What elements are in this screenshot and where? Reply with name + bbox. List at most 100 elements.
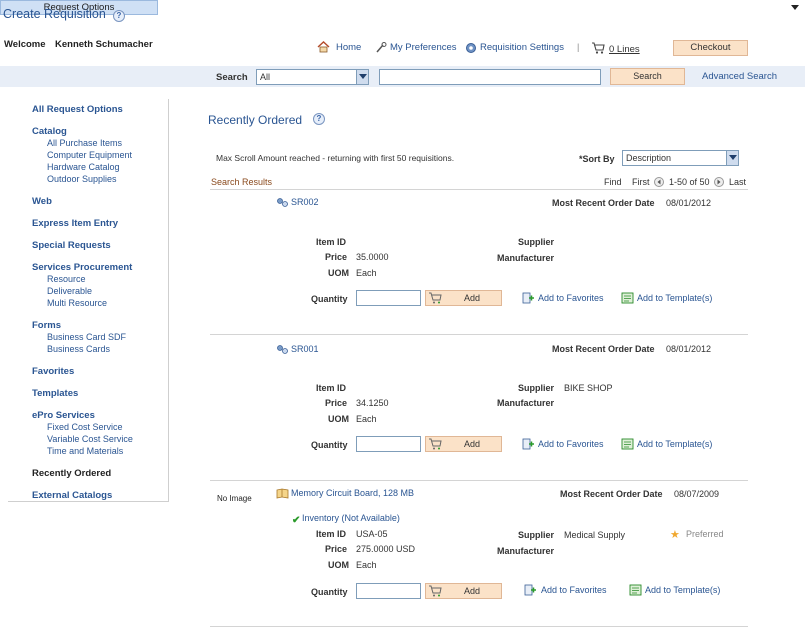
next-icon[interactable] (714, 177, 724, 189)
no-image-placeholder: No Image (217, 494, 252, 503)
supplier-label: Supplier (518, 383, 555, 393)
add-to-template-link[interactable]: Add to Template(s) (645, 585, 720, 595)
uom-label: UOM (328, 268, 349, 278)
quantity-label: Quantity (311, 587, 348, 597)
sidebar-subitem-business-cards[interactable]: Business Cards (47, 344, 110, 354)
nav-separator: | (577, 42, 580, 52)
service-item-icon (276, 197, 289, 210)
recent-order-date-label: Most Recent Order Date (552, 344, 655, 354)
scroll-notice: Max Scroll Amount reached - returning wi… (216, 153, 455, 163)
sidebar-item-special-requests[interactable]: Special Requests (32, 240, 111, 251)
add-to-cart-icon (428, 585, 442, 597)
cart-lines-link[interactable]: 0 Lines (609, 44, 640, 55)
manufacturer-label: Manufacturer (497, 546, 555, 556)
sidebar-subitem-deliverable[interactable]: Deliverable (47, 286, 92, 296)
sort-by-label: *Sort By (579, 154, 615, 164)
sidebar-item-favorites[interactable]: Favorites (32, 366, 74, 377)
item-name-link[interactable]: SR002 (291, 197, 319, 207)
inventory-status-link[interactable]: Inventory (Not Available) (302, 513, 400, 523)
pager-last[interactable]: Last (729, 177, 746, 187)
add-to-favorites-icon[interactable] (522, 292, 535, 304)
price-label: Price (325, 252, 348, 262)
price-label: Price (325, 544, 348, 554)
item-name-link[interactable]: Memory Circuit Board, 128 MB (291, 488, 414, 498)
supplier-label: Supplier (518, 530, 555, 540)
sidebar-subitem-multi-resource[interactable]: Multi Resource (47, 298, 107, 308)
quantity-input[interactable] (356, 290, 421, 306)
add-to-favorites-link[interactable]: Add to Favorites (541, 585, 607, 595)
uom-label: UOM (328, 414, 349, 424)
preferences-link[interactable]: My Preferences (390, 42, 457, 53)
supplier-value: Medical Supply (564, 530, 626, 540)
preferred-label: Preferred (686, 529, 724, 539)
advanced-search-link[interactable]: Advanced Search (702, 71, 777, 82)
preferred-star-icon: ★ (670, 529, 680, 541)
sidebar-item-express-item-entry[interactable]: Express Item Entry (32, 218, 118, 229)
add-to-favorites-icon[interactable] (524, 584, 537, 596)
sidebar-item-all-request-options[interactable]: All Request Options (32, 104, 123, 115)
help-icon[interactable]: ? (313, 113, 325, 125)
sidebar-item-forms[interactable]: Forms (32, 320, 61, 331)
sidebar-subitem-outdoor-supplies[interactable]: Outdoor Supplies (47, 174, 117, 184)
home-link[interactable]: Home (336, 42, 361, 53)
sidebar-item-epro-services[interactable]: ePro Services (32, 410, 95, 421)
sidebar-subitem-fixed-cost-service[interactable]: Fixed Cost Service (47, 422, 123, 432)
add-to-template-link[interactable]: Add to Template(s) (637, 439, 712, 449)
add-to-favorites-link[interactable]: Add to Favorites (538, 293, 604, 303)
add-to-template-icon[interactable] (621, 292, 634, 304)
add-button[interactable]: Add (425, 436, 502, 452)
price-value: 275.0000 USD (356, 544, 416, 554)
sidebar-subitem-variable-cost-service[interactable]: Variable Cost Service (47, 434, 133, 444)
add-to-favorites-link[interactable]: Add to Favorites (538, 439, 604, 449)
quantity-input[interactable] (356, 583, 421, 599)
search-label: Search (216, 72, 248, 83)
sidebar-item-catalog[interactable]: Catalog (32, 126, 67, 137)
add-button[interactable]: Add (425, 290, 502, 306)
cart-icon[interactable] (591, 42, 605, 56)
sidebar-subitem-all-purchase-items[interactable]: All Purchase Items (47, 138, 122, 148)
item-name-link[interactable]: SR001 (291, 344, 319, 354)
divider (210, 480, 748, 481)
sidebar-item-web[interactable]: Web (32, 196, 52, 207)
checkout-button[interactable]: Checkout (673, 40, 748, 56)
quantity-input[interactable] (356, 436, 421, 452)
add-button[interactable]: Add (425, 583, 502, 599)
sidebar-item-external-catalogs[interactable]: External Catalogs (32, 490, 112, 501)
add-button-label: Add (464, 439, 481, 449)
preferences-icon[interactable] (375, 42, 387, 55)
search-category-select[interactable]: All (256, 69, 369, 85)
sidebar-subitem-time-and-materials[interactable]: Time and Materials (47, 446, 123, 456)
sidebar-subitem-business-card-sdf[interactable]: Business Card SDF (47, 332, 126, 342)
catalog-item-icon (276, 488, 289, 501)
sidebar-subitem-computer-equipment[interactable]: Computer Equipment (47, 150, 132, 160)
pager-find[interactable]: Find (604, 177, 622, 187)
item-id-label: Item ID (316, 529, 347, 539)
sidebar-subitem-resource[interactable]: Resource (47, 274, 86, 284)
home-icon[interactable] (317, 41, 330, 55)
add-button-label: Add (464, 586, 481, 596)
chevron-down-icon (726, 151, 738, 165)
sort-by-select[interactable]: Description (622, 150, 739, 166)
add-to-favorites-icon[interactable] (522, 438, 535, 450)
previous-icon[interactable] (654, 177, 664, 189)
sidebar-item-recently-ordered[interactable]: Recently Ordered (32, 468, 111, 479)
sidebar-subitem-hardware-catalog[interactable]: Hardware Catalog (47, 162, 120, 172)
pager-range: 1-50 of 50 (669, 177, 710, 187)
uom-value: Each (356, 560, 377, 570)
search-input[interactable] (379, 69, 601, 85)
supplier-value: BIKE SHOP (564, 383, 613, 393)
quantity-label: Quantity (311, 440, 348, 450)
sidebar-item-services-procurement[interactable]: Services Procurement (32, 262, 132, 273)
add-to-template-icon[interactable] (621, 438, 634, 450)
add-to-template-icon[interactable] (629, 584, 642, 596)
requisition-settings-link[interactable]: Requisition Settings (480, 42, 564, 53)
sort-by-value: Description (626, 153, 672, 163)
pager-first[interactable]: First (632, 177, 650, 187)
help-icon[interactable]: ? (113, 10, 125, 22)
gear-icon[interactable] (465, 42, 477, 56)
search-button[interactable]: Search (610, 68, 685, 85)
sidebar-item-templates[interactable]: Templates (32, 388, 78, 399)
chevron-down-icon (356, 70, 368, 84)
recent-order-date-value: 08/01/2012 (666, 198, 712, 208)
add-to-template-link[interactable]: Add to Template(s) (637, 293, 712, 303)
